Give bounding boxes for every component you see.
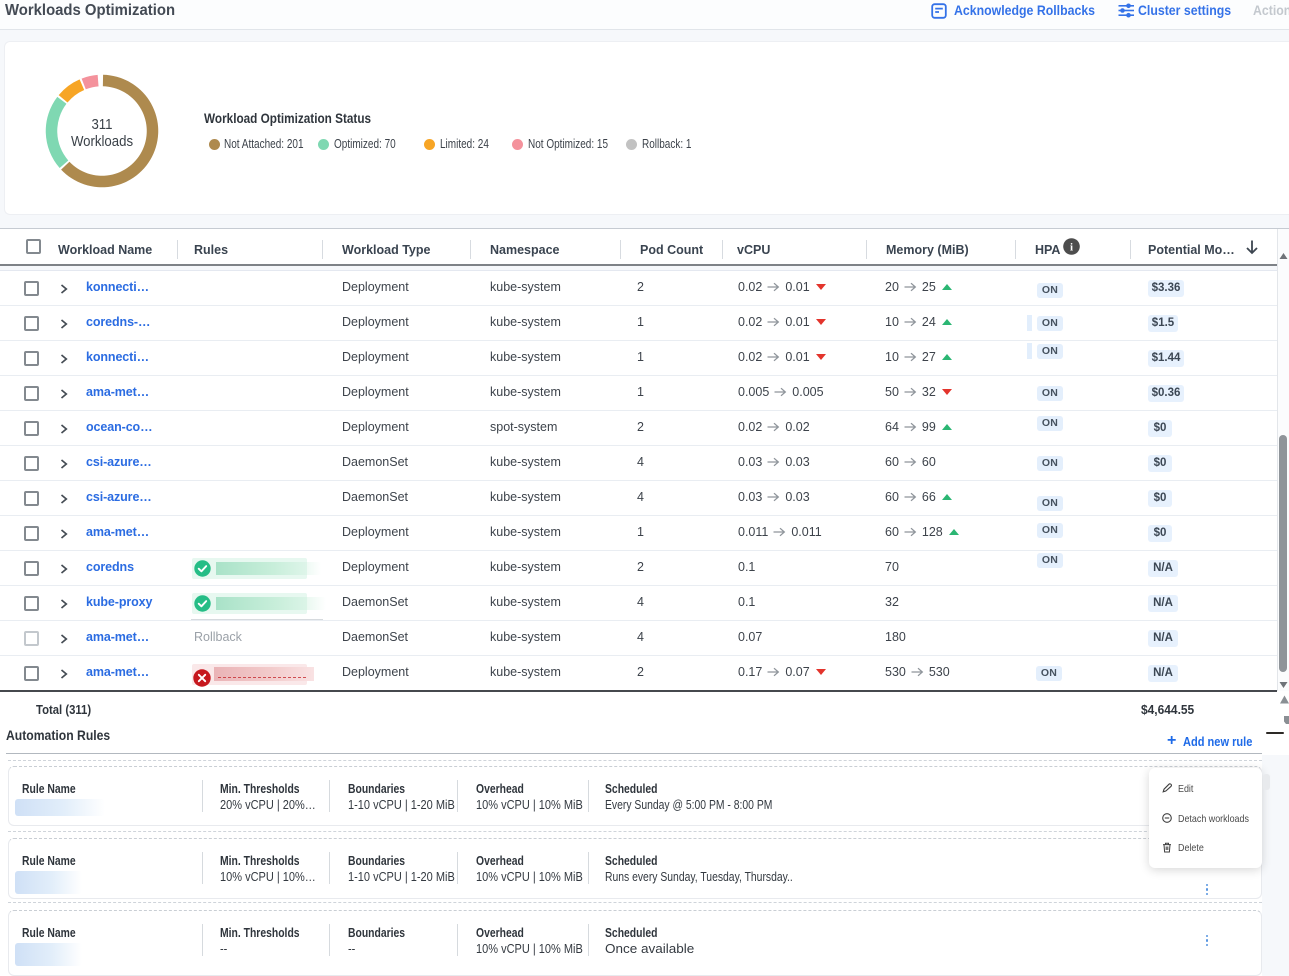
svg-text:i: i xyxy=(1070,241,1073,253)
